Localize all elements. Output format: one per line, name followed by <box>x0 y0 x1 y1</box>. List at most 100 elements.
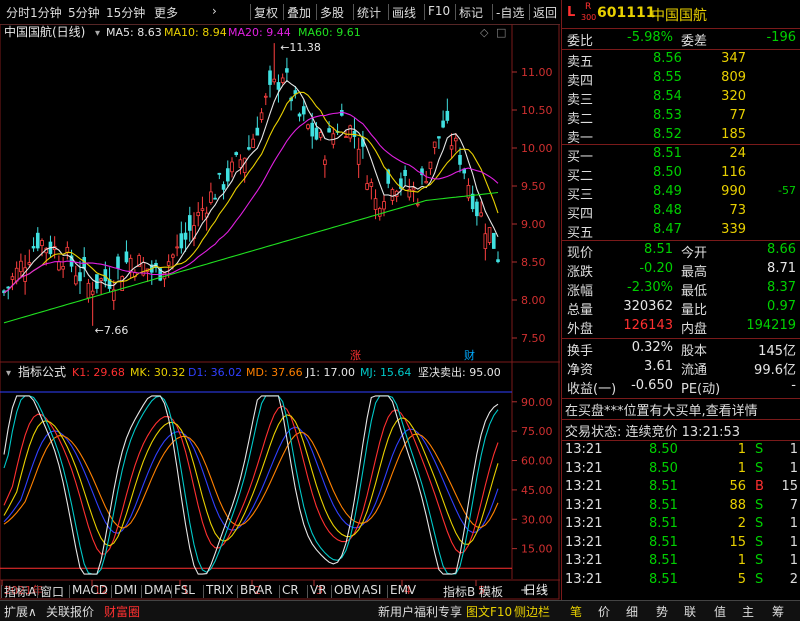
chevron-down-icon[interactable]: ▾ <box>95 28 100 39</box>
triangle-down-icon[interactable]: ▾ <box>6 368 11 379</box>
toolbar-zixuan-button[interactable]: -自选 <box>496 4 524 21</box>
indicator-tab[interactable]: MACD <box>72 583 108 599</box>
tick-volume: 1 <box>737 442 746 457</box>
new-user-promo[interactable]: 新用户福利专享 <box>378 603 462 620</box>
candle-body <box>196 211 201 217</box>
sell-level-row[interactable]: 卖二 8.53 77 <box>561 108 800 127</box>
toolbar-fanhui-button[interactable]: 返回 <box>533 4 557 21</box>
sidebar-button[interactable]: 侧边栏 <box>514 603 550 620</box>
indicator-tab[interactable]: DMI <box>114 583 137 599</box>
toolbar-duogu-button[interactable]: 多股 <box>320 4 344 21</box>
ma-label: MA20: 9.44 <box>228 26 291 39</box>
indicator-tab[interactable]: TRIX <box>206 583 233 599</box>
f10-graphic-button[interactable]: 图文F10 <box>466 603 512 620</box>
toolbar-15min-button[interactable]: 15分钟 <box>106 4 145 21</box>
sell-level-row[interactable]: 卖三 8.54 320 <box>561 89 800 108</box>
toolbar-diejia-button[interactable]: 叠加 <box>287 4 311 21</box>
quote-view-tab[interactable]: 主 <box>742 603 754 620</box>
buy-level-row[interactable]: 买二 8.50 116 <box>561 165 800 184</box>
chevron-right-icon[interactable]: › <box>212 4 217 18</box>
buy-level-row[interactable]: 买四 8.48 73 <box>561 203 800 222</box>
candle-body <box>31 246 36 249</box>
stat-label: 内盘 <box>681 322 708 337</box>
stock-header: L R 300 601111 中国国航 <box>561 2 800 28</box>
sell-level-row[interactable]: 卖五 8.56 347 <box>561 51 800 70</box>
finance-marker[interactable]: 财 <box>464 348 475 362</box>
indicator-name[interactable]: 指标公式 <box>18 364 66 379</box>
indicator-value: MD: 37.66 <box>246 366 303 379</box>
kline-chart[interactable]: 中国国航(日线) ▾ MA5: 8.63 MA10: 8.94 MA20: 9.44 MA… <box>0 23 560 600</box>
diamond-icon[interactable]: ◇ <box>480 26 489 39</box>
tick-time: 13:21 <box>565 460 603 476</box>
tick-count: 1 <box>789 553 798 568</box>
indicator-tab[interactable]: DMA <box>144 583 172 599</box>
candle-body <box>27 262 32 265</box>
indicator-tab-right[interactable]: 模板 <box>479 583 503 599</box>
top-toolbar: 分时 1分钟 5分钟 15分钟 更多 › 复权 叠加 多股 统计 画线 F10 标记 -自选 返回 <box>0 0 560 25</box>
toolbar-5min-button[interactable]: 5分钟 <box>68 4 100 21</box>
indicator-tab-right[interactable]: 指标B <box>443 583 475 599</box>
candle-body <box>272 78 277 83</box>
tick-price: 8.51 <box>649 571 678 587</box>
indicator-tab[interactable]: 窗口 <box>40 583 64 599</box>
sell-level-volume: 320 <box>721 89 746 104</box>
bottom-left-button[interactable]: 扩展∧ <box>4 603 37 620</box>
buy-level-row[interactable]: 买三 8.49 990 -57 <box>561 184 800 203</box>
indicator-tab[interactable]: BRAR <box>240 583 273 599</box>
indicator-tab[interactable]: FSL <box>174 583 195 599</box>
quote-view-tab[interactable]: 笔 <box>570 603 582 620</box>
indicator-tab[interactable]: ASI <box>362 583 381 599</box>
square-icon[interactable]: □ <box>496 26 506 39</box>
quote-view-tab[interactable]: 联 <box>684 603 696 620</box>
indicator-tab[interactable]: EMV <box>390 583 416 599</box>
toolbar-tongji-button[interactable]: 统计 <box>357 4 381 21</box>
tick-time: 13:21 <box>565 479 603 494</box>
indicator-tab-right[interactable]: - <box>542 583 546 599</box>
candle-body <box>183 232 188 240</box>
toolbar-fenshi-button[interactable]: 分时 <box>6 4 30 21</box>
section-divider <box>561 398 800 399</box>
buy-level-label: 买五 <box>567 226 594 241</box>
quote-view-tab[interactable]: 值 <box>714 603 726 620</box>
bottom-left-button[interactable]: 关联报价 <box>46 603 94 620</box>
indicator-tab[interactable]: 指标A <box>4 583 36 599</box>
tab-separator <box>171 585 172 598</box>
tick-price: 8.51 <box>649 497 678 513</box>
quote-view-tab[interactable]: 势 <box>656 603 668 620</box>
candle-body <box>35 232 40 249</box>
indicator-tab[interactable]: VR <box>310 583 327 599</box>
tick-row: 13:21 8.51 2 S 1 <box>561 516 800 535</box>
indicator-tab[interactable]: CR <box>282 583 299 599</box>
bottom-left-button[interactable]: 财富圈 <box>104 603 140 620</box>
news-row[interactable]: 在买盘***位置有大买单,查看详情 <box>561 400 800 419</box>
toolbar-fuquan-button[interactable]: 复权 <box>254 4 278 21</box>
toolbar-1min-button[interactable]: 1分钟 <box>30 4 62 21</box>
indicator-tab[interactable]: OBV <box>334 583 360 599</box>
toolbar-biaoji-button[interactable]: 标记 <box>459 4 483 21</box>
limit-up-marker[interactable]: 涨 <box>350 349 361 362</box>
sell-level-volume: 809 <box>721 70 746 85</box>
stat-label: 涨幅 <box>567 284 594 299</box>
stat-label: 最低 <box>681 284 708 299</box>
indicator-tab-right[interactable]: + <box>520 583 530 599</box>
stat-row: 涨跌 -0.20 最高 8.71 <box>561 261 800 280</box>
sell-level-row[interactable]: 卖四 8.55 809 <box>561 70 800 89</box>
buy-level-volume: 73 <box>729 203 746 218</box>
news-text[interactable]: 在买盘***位置有大买单,查看详情 <box>565 400 758 419</box>
quote-view-tab[interactable]: 细 <box>626 603 638 620</box>
quote-view-tab[interactable]: 筹 <box>772 603 784 620</box>
candle-body <box>200 208 205 211</box>
kline-chart-panel[interactable]: 中国国航(日线) ▾ MA5: 8.63 MA10: 8.94 MA20: 9.44 MA… <box>0 23 560 600</box>
tick-time: 13:21 <box>565 497 603 513</box>
tick-row: 13:21 8.51 1 S 1 <box>561 553 800 572</box>
toolbar-f10-button[interactable]: F10 <box>428 4 450 18</box>
toolbar-huaxian-button[interactable]: 画线 <box>392 4 416 21</box>
candle-body <box>19 260 23 273</box>
buy-level-row[interactable]: 买一 8.51 24 <box>561 146 800 165</box>
quote-view-tab[interactable]: 价 <box>598 603 610 620</box>
buy-level-row[interactable]: 买五 8.47 339 <box>561 222 800 241</box>
toolbar-more-button[interactable]: 更多 <box>154 4 178 21</box>
tick-price: 8.51 <box>649 534 678 550</box>
candle-body <box>213 197 217 200</box>
tick-price: 8.50 <box>649 460 678 476</box>
